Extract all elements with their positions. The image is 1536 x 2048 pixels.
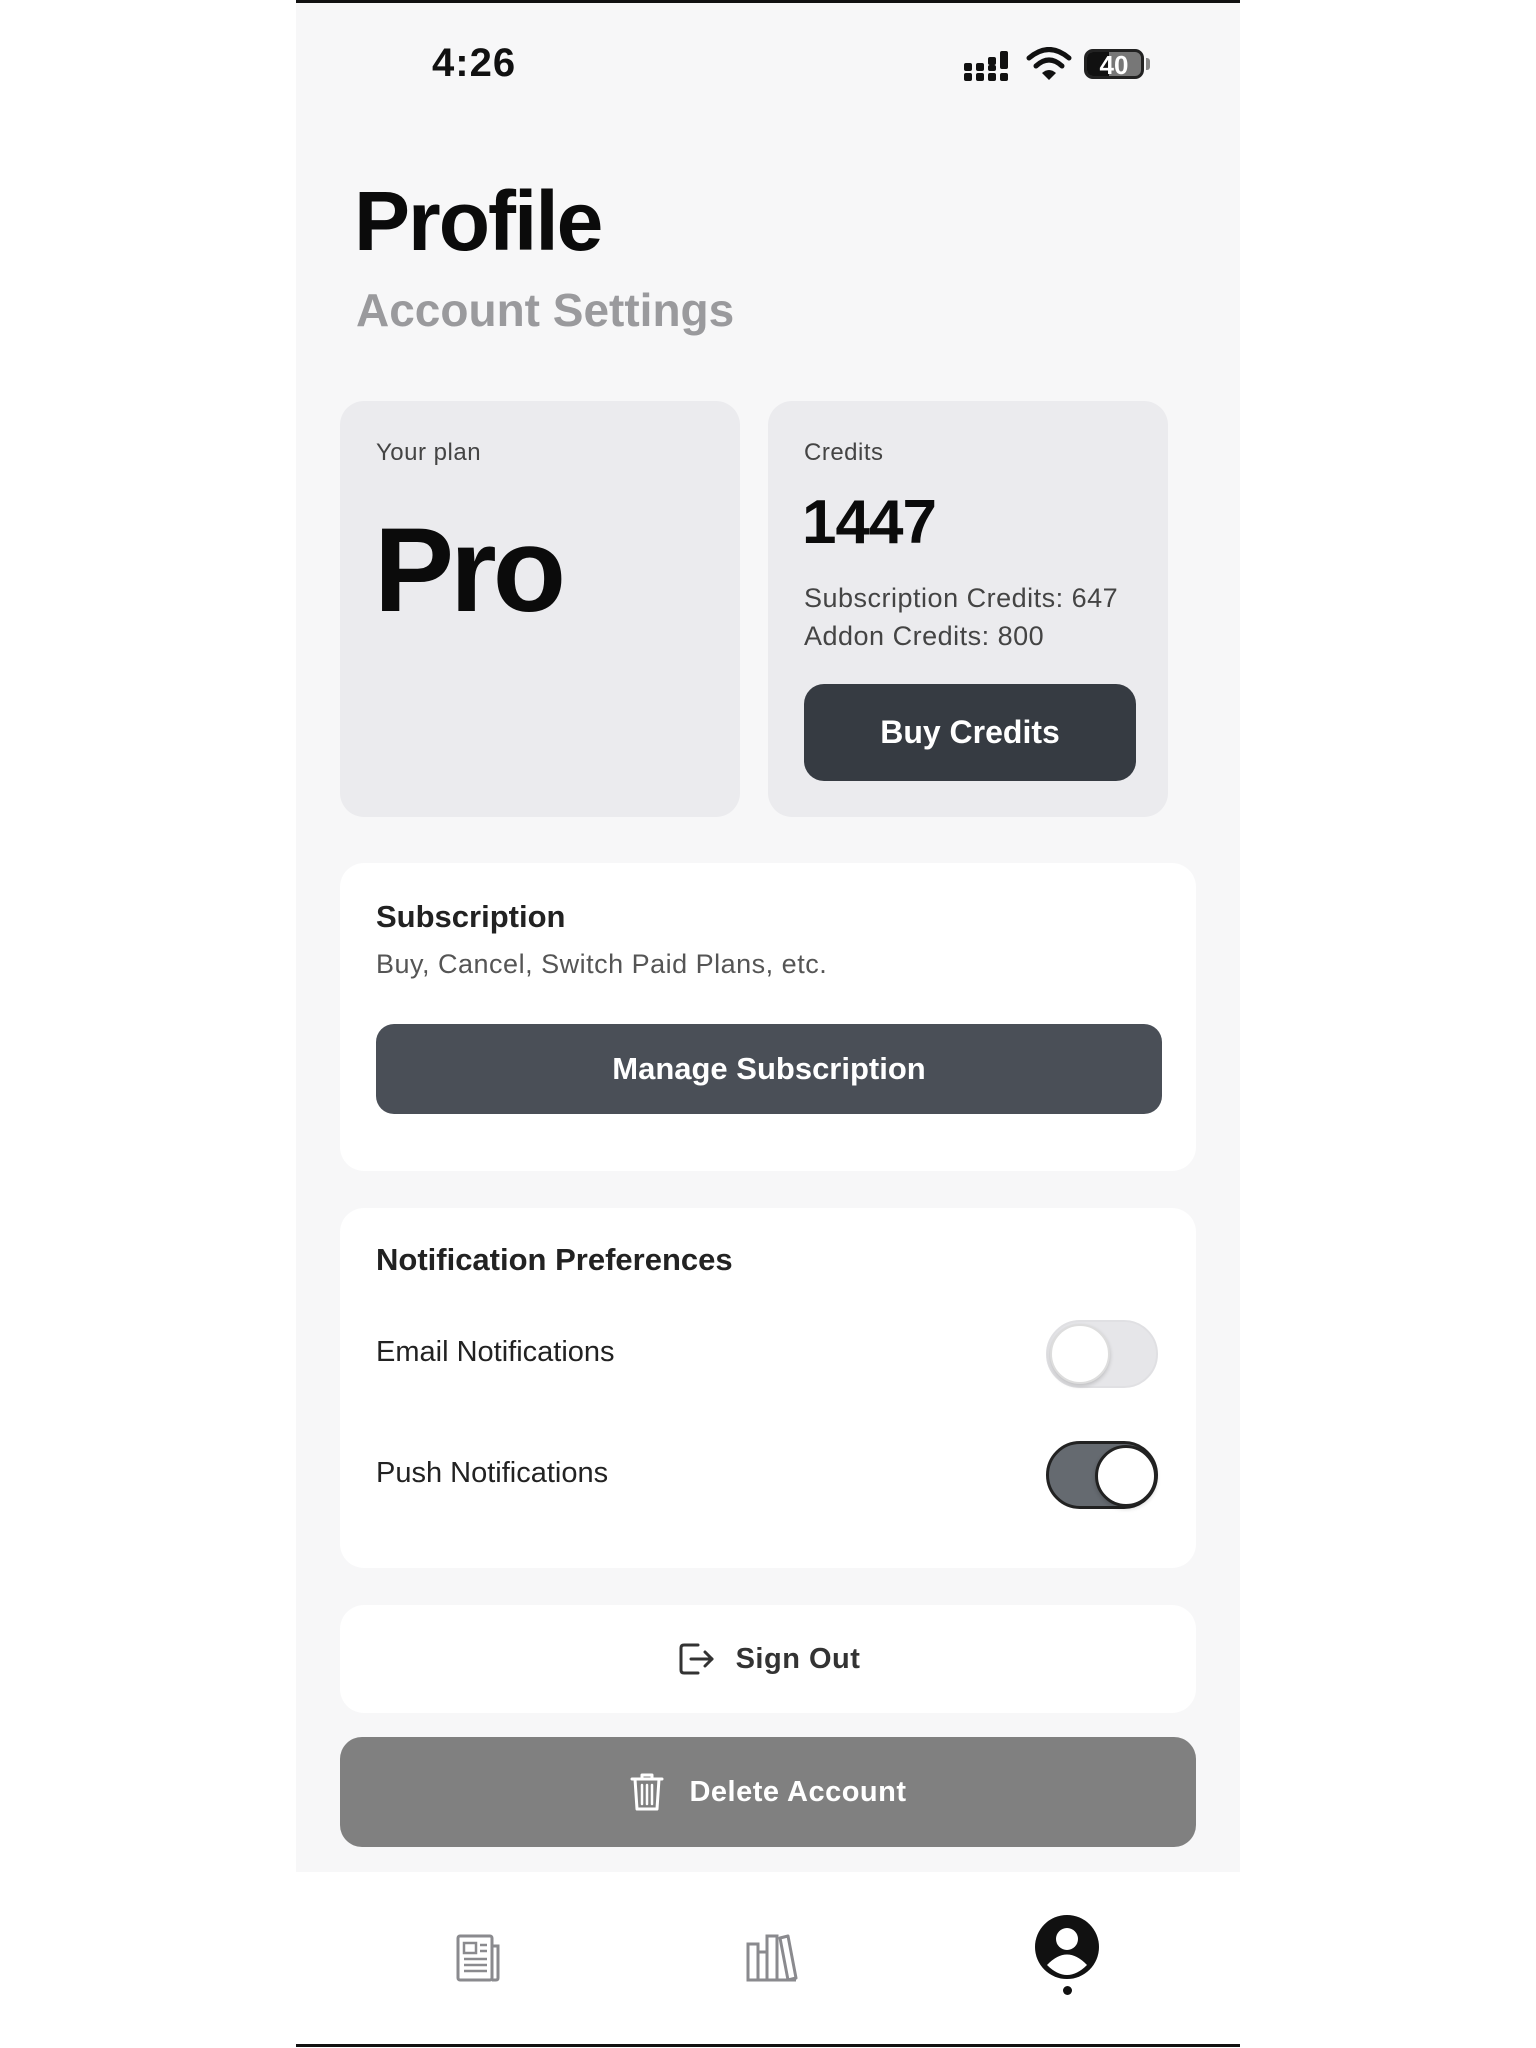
- page-title: Profile: [354, 174, 603, 268]
- email-notifications-label: Email Notifications: [376, 1336, 615, 1368]
- notification-preferences-title: Notification Preferences: [376, 1242, 733, 1277]
- news-icon[interactable]: [442, 1922, 512, 1992]
- bottom-border: [296, 2044, 1240, 2047]
- notification-preferences-section: Notification Preferences Email Notificat…: [340, 1208, 1196, 1568]
- trash-icon: [630, 1773, 664, 1811]
- manage-subscription-button[interactable]: Manage Subscription: [376, 1024, 1162, 1114]
- subscription-credits: Subscription Credits: 647: [804, 583, 1119, 613]
- sign-out-button[interactable]: Sign Out: [340, 1605, 1196, 1713]
- email-notifications-toggle[interactable]: [1046, 1320, 1158, 1388]
- sign-out-label: Sign Out: [735, 1642, 861, 1675]
- subscription-section: Subscription Buy, Cancel, Switch Paid Pl…: [340, 863, 1196, 1171]
- plan-name: Pro: [374, 503, 566, 637]
- addon-credits: Addon Credits: 800: [804, 621, 1045, 651]
- delete-account-label: Delete Account: [689, 1775, 907, 1808]
- push-notifications-label: Push Notifications: [376, 1457, 609, 1489]
- page-subtitle: Account Settings: [356, 284, 735, 336]
- credits-card: Credits 1447 Subscription Credits: 647 A…: [768, 401, 1168, 817]
- active-tab-indicator: [1063, 1986, 1072, 1995]
- signal-icon: [964, 51, 1008, 81]
- credits-total: 1447: [802, 488, 937, 557]
- status-time: 4:26: [432, 41, 517, 85]
- library-icon[interactable]: [736, 1922, 806, 1992]
- sign-out-icon: [679, 1643, 714, 1675]
- buy-credits-button[interactable]: Buy Credits: [804, 684, 1136, 781]
- credits-label: Credits: [804, 439, 884, 466]
- toggle-knob: [1095, 1445, 1157, 1507]
- battery-level: 40: [1099, 50, 1129, 80]
- push-notifications-toggle[interactable]: [1046, 1441, 1158, 1509]
- plan-card: Your plan Pro: [340, 401, 740, 817]
- toggle-knob: [1050, 1324, 1110, 1384]
- profile-icon[interactable]: [1032, 1912, 1102, 1982]
- plan-label: Your plan: [376, 439, 482, 466]
- wifi-icon: [1026, 47, 1072, 80]
- tab-bar: [296, 1872, 1240, 2044]
- subscription-title: Subscription: [376, 899, 566, 934]
- battery-icon: 40: [1084, 49, 1144, 80]
- phone-screen: 4:26 40 Profile Account Settings Your pl…: [296, 3, 1240, 2044]
- subscription-description: Buy, Cancel, Switch Paid Plans, etc.: [376, 949, 828, 979]
- delete-account-button[interactable]: Delete Account: [340, 1737, 1196, 1847]
